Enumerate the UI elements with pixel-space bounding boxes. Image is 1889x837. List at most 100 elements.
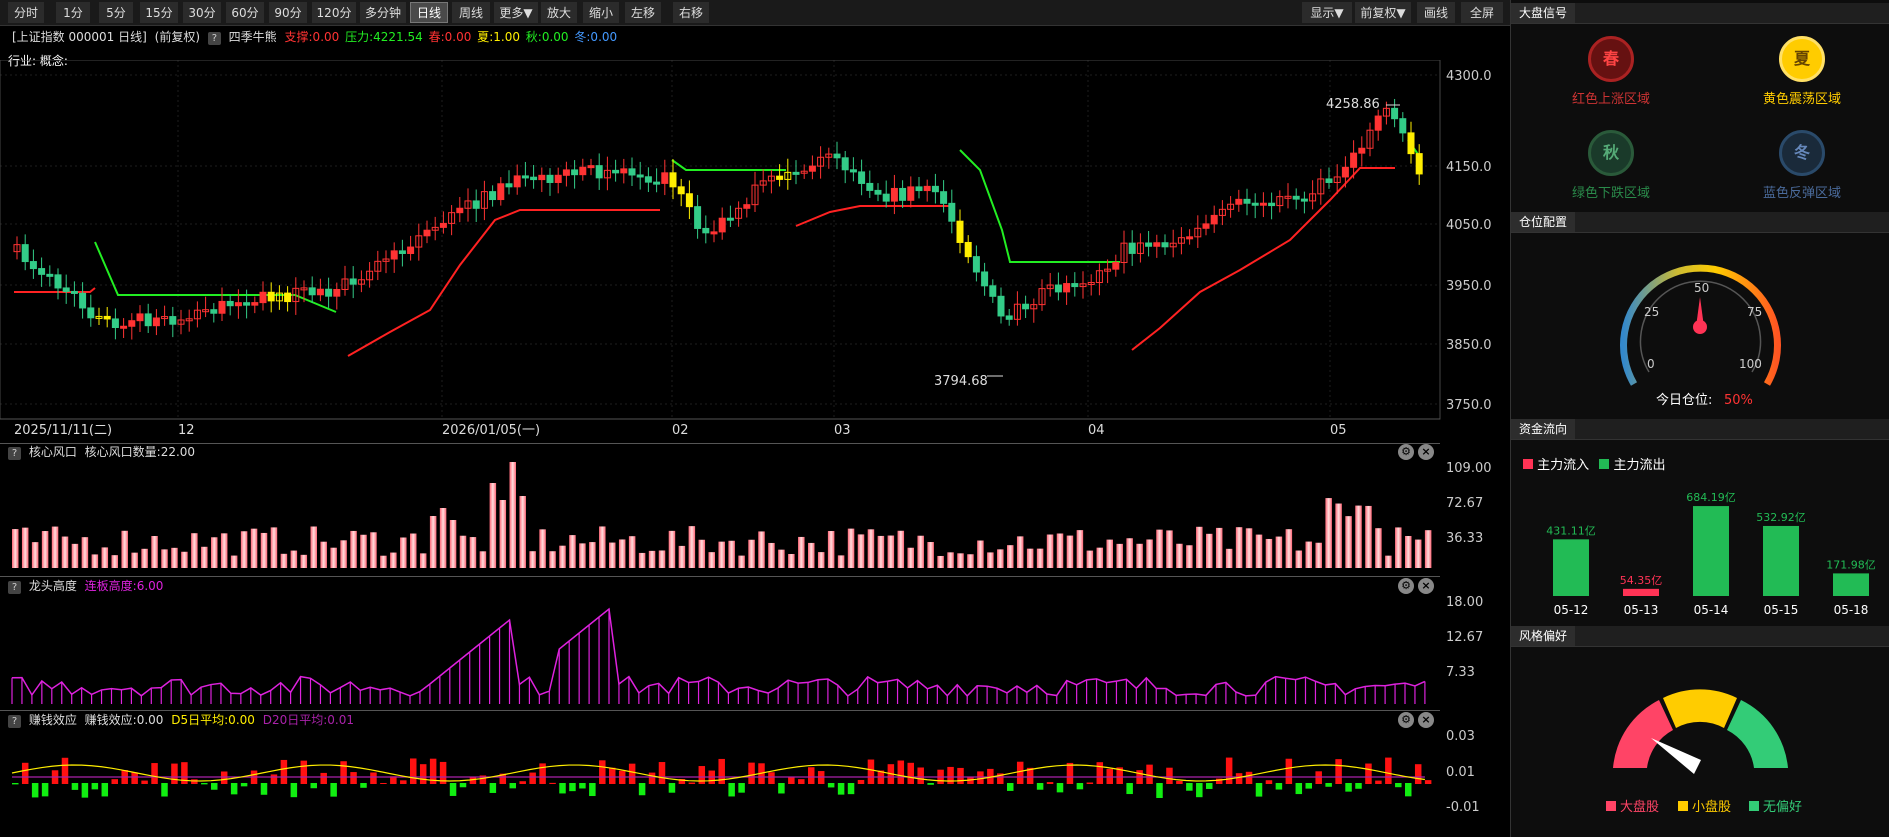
close-icon[interactable]: × bbox=[1418, 578, 1434, 594]
tab-60min[interactable]: 60分 bbox=[226, 2, 264, 23]
wind-bar bbox=[489, 483, 497, 568]
profit-bar bbox=[459, 783, 467, 788]
gauge-needle bbox=[1693, 297, 1707, 334]
draw-line-button[interactable]: 画线 bbox=[1417, 2, 1455, 23]
move-right-button[interactable]: 右移 bbox=[673, 2, 709, 23]
candle-body bbox=[694, 206, 702, 229]
wind-bar bbox=[111, 555, 118, 568]
tab-120min[interactable]: 120分 bbox=[312, 2, 356, 23]
wind-bar bbox=[21, 527, 29, 568]
profit-bar bbox=[1096, 762, 1104, 784]
tab-daily[interactable]: 日线 bbox=[410, 2, 448, 23]
candle-body bbox=[333, 288, 341, 297]
core-sector-bar-chart[interactable]: 109.00 72.67 36.33 bbox=[0, 462, 1510, 574]
signal-autumn[interactable]: 秋 绿色下跌区域 bbox=[1556, 130, 1666, 201]
profit-bar bbox=[370, 772, 377, 784]
profit-bar bbox=[778, 783, 785, 794]
settings-icon[interactable]: ⚙ bbox=[1398, 578, 1414, 594]
more-dropdown[interactable]: 更多▼ bbox=[494, 2, 538, 23]
wind-bar bbox=[967, 554, 974, 568]
profit-bar bbox=[738, 783, 745, 793]
wind-bar bbox=[380, 555, 387, 568]
profit-bar bbox=[927, 783, 934, 785]
wind-bar bbox=[628, 536, 636, 568]
candle-body bbox=[1325, 178, 1333, 183]
y-tick-label: 0.01 bbox=[1446, 765, 1475, 780]
help-icon[interactable]: ? bbox=[8, 447, 21, 460]
help-icon[interactable]: ? bbox=[8, 715, 21, 728]
adjust-dropdown[interactable]: 前复权▼ bbox=[1355, 2, 1411, 23]
profit-bar bbox=[41, 783, 49, 797]
tab-1min[interactable]: 1分 bbox=[56, 2, 90, 23]
candle-body bbox=[907, 186, 915, 201]
help-icon[interactable]: ? bbox=[207, 32, 221, 45]
wind-bar bbox=[1265, 538, 1273, 568]
zoom-out-button[interactable]: 缩小 bbox=[583, 2, 619, 23]
flow-value-label: 431.11亿 bbox=[1546, 524, 1596, 537]
tab-90min[interactable]: 90分 bbox=[269, 2, 307, 23]
profit-bar bbox=[559, 783, 566, 794]
zoom-in-button[interactable]: 放大 bbox=[541, 2, 577, 23]
x-date-label: 2026/01/05(一) bbox=[442, 423, 540, 438]
candle-body bbox=[636, 174, 644, 178]
profit-bar bbox=[419, 764, 427, 784]
candle-body bbox=[243, 302, 251, 306]
candle-body bbox=[669, 172, 677, 188]
profit-effect-chart[interactable]: 0.03 0.01 -0.01 bbox=[0, 728, 1510, 837]
tab-5min[interactable]: 5分 bbox=[99, 2, 133, 23]
tab-15min[interactable]: 15分 bbox=[140, 2, 178, 23]
wind-bar bbox=[1255, 534, 1263, 568]
x-date-label: 02 bbox=[672, 423, 689, 438]
wind-bar bbox=[250, 528, 258, 568]
wind-bar bbox=[1285, 529, 1293, 568]
wind-bar bbox=[1315, 542, 1322, 568]
support-value: 支撑:0.00 bbox=[284, 30, 340, 44]
settings-icon[interactable]: ⚙ bbox=[1398, 444, 1414, 460]
signal-winter[interactable]: 冬 蓝色反弹区域 bbox=[1747, 130, 1857, 201]
wind-bar bbox=[320, 541, 327, 568]
display-dropdown[interactable]: 显示▼ bbox=[1302, 2, 1352, 23]
wind-bar bbox=[479, 551, 487, 568]
style-preference-gauge: 大盘股 小盘股 无偏好 bbox=[1606, 689, 1802, 815]
candle-body bbox=[79, 292, 87, 309]
tab-30min[interactable]: 30分 bbox=[183, 2, 221, 23]
wind-bar bbox=[31, 542, 39, 568]
section-title-flow: 资金流向 bbox=[1511, 419, 1889, 440]
profit-bar bbox=[1265, 780, 1273, 784]
profit-bar bbox=[1076, 783, 1084, 790]
leader-height-chart[interactable]: 18.00 12.67 7.33 bbox=[0, 596, 1510, 708]
panel-value: 核心风口数量:22.00 bbox=[84, 445, 196, 459]
candle-body bbox=[103, 315, 111, 320]
profit-bar bbox=[340, 761, 347, 784]
settings-icon[interactable]: ⚙ bbox=[1398, 712, 1414, 728]
candle-body bbox=[497, 183, 505, 201]
candle-body bbox=[940, 191, 948, 204]
wind-bar bbox=[997, 549, 1004, 568]
wind-bar bbox=[1375, 528, 1382, 568]
help-icon[interactable]: ? bbox=[8, 581, 21, 594]
candle-body bbox=[866, 182, 874, 191]
close-icon[interactable]: × bbox=[1418, 444, 1434, 460]
signal-spring[interactable]: 春 红色上涨区域 bbox=[1556, 36, 1666, 107]
wind-bar bbox=[340, 540, 347, 568]
wind-bar bbox=[1206, 533, 1213, 568]
signal-summer[interactable]: 夏 黄色震荡区域 bbox=[1747, 36, 1857, 107]
fullscreen-button[interactable]: 全屏 bbox=[1461, 2, 1503, 23]
wind-bar bbox=[748, 539, 755, 568]
wind-bar bbox=[151, 536, 158, 568]
candle-body bbox=[1145, 242, 1153, 247]
wind-bar bbox=[1176, 543, 1183, 568]
wind-bar bbox=[81, 537, 89, 568]
y-tick-label: 3750.0 bbox=[1446, 398, 1492, 413]
wind-bar bbox=[390, 552, 397, 568]
move-left-button[interactable]: 左移 bbox=[625, 2, 661, 23]
tab-weekly[interactable]: 周线 bbox=[452, 2, 490, 23]
profit-bar bbox=[161, 783, 168, 797]
gauge-tick: 25 bbox=[1644, 305, 1659, 319]
candlestick-chart[interactable]: 4258.86 3794.68 4300.0 4150.0 4050.0 395… bbox=[0, 60, 1510, 442]
tab-multi-min[interactable]: 多分钟 bbox=[360, 2, 406, 23]
tab-timeshare[interactable]: 分时 bbox=[8, 2, 44, 23]
candle-body bbox=[530, 176, 538, 181]
wind-bar bbox=[1016, 536, 1024, 568]
close-icon[interactable]: × bbox=[1418, 712, 1434, 728]
